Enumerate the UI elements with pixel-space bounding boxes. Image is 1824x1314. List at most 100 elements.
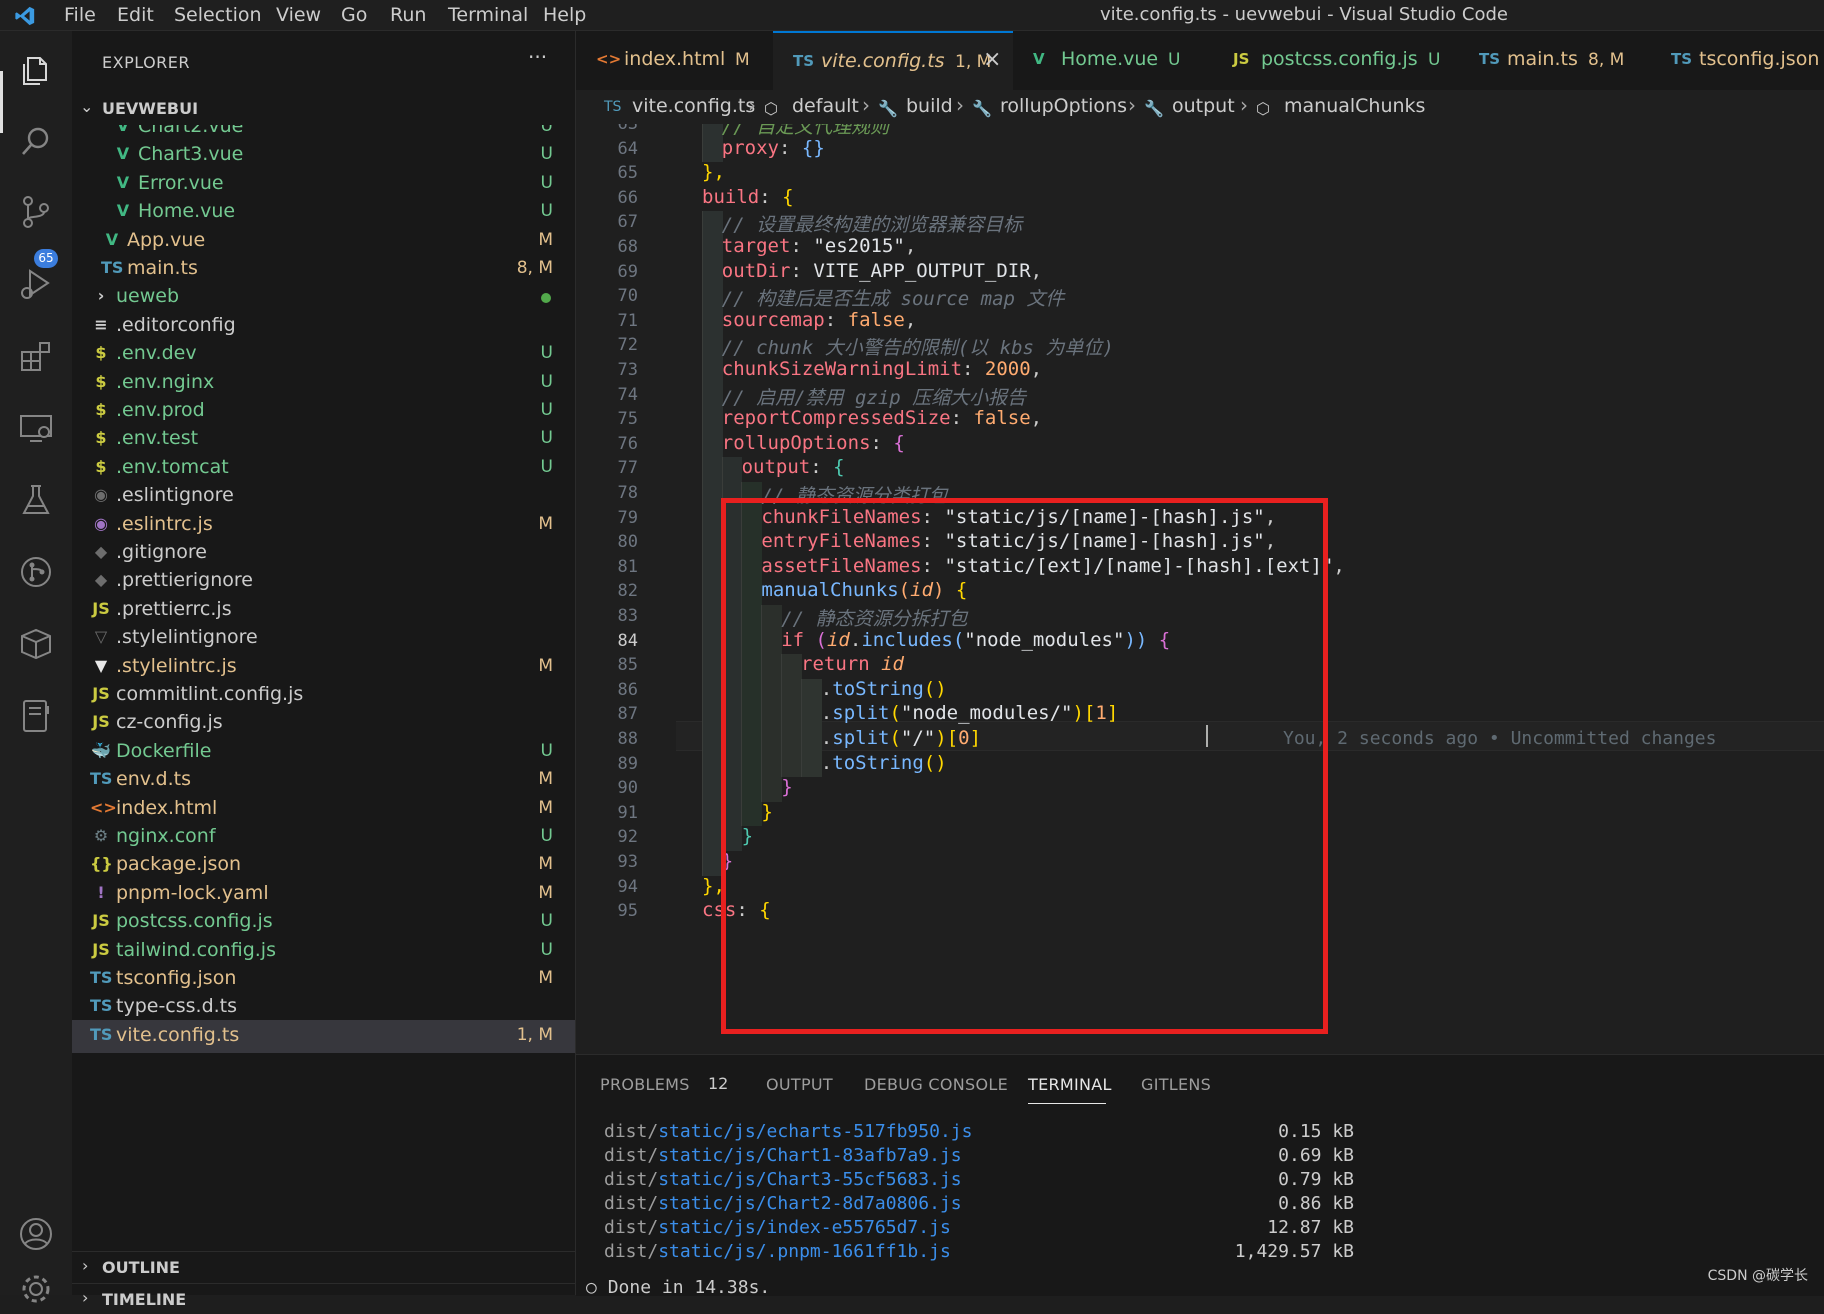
breadcrumb-item[interactable]: output xyxy=(1172,95,1235,117)
code-token: { xyxy=(782,185,794,208)
workspace-header[interactable]: ⌄ UEVWEBUI xyxy=(72,95,575,125)
breadcrumb-item[interactable]: rollupOptions xyxy=(1000,95,1127,117)
indent-guide xyxy=(701,334,723,359)
settings-gear-icon[interactable] xyxy=(18,1271,54,1307)
tab-label: vite.config.ts xyxy=(821,50,945,72)
indent-guide xyxy=(682,876,702,901)
timeline-section[interactable]: › TIMELINE xyxy=(72,1283,575,1314)
containers-icon[interactable] xyxy=(18,626,54,662)
file-type-icon: $ xyxy=(95,343,107,363)
indent-guide xyxy=(701,359,723,384)
code-token: reportCompressedSize xyxy=(721,407,951,430)
indent-guide xyxy=(701,826,723,851)
indent-guide xyxy=(682,679,702,704)
breadcrumb-item[interactable]: build xyxy=(906,95,953,117)
editor-tab[interactable]: TStsconfig.jsonM xyxy=(1651,31,1824,90)
menu-selection[interactable]: Selection xyxy=(174,4,262,26)
terminal-path: static/js/.pnpm-1661ff1b.js xyxy=(658,1241,951,1262)
line-number: 76 xyxy=(617,433,638,454)
tab-label: tsconfig.json xyxy=(1699,48,1820,70)
file-name: .env.test xyxy=(116,427,199,450)
account-icon[interactable] xyxy=(18,1216,54,1252)
source-control-icon[interactable] xyxy=(18,194,54,230)
code-line: output: { xyxy=(742,456,845,478)
editor-tab[interactable]: JS postcss.config.js U xyxy=(1213,31,1460,90)
line-number: 74 xyxy=(617,384,638,405)
close-icon[interactable]: × xyxy=(983,47,1001,72)
menu-view[interactable]: View xyxy=(276,4,321,26)
file-type-icon: JS xyxy=(92,598,110,618)
code-token: // 构建后是否生成 source map 文件 xyxy=(721,288,1065,311)
indent-guide xyxy=(701,678,723,704)
code-token: chunkSizeWarningLimit xyxy=(721,358,963,380)
editor-tab[interactable]: TS vite.config.ts 1, M × xyxy=(773,31,1014,90)
code-token: , xyxy=(904,235,917,257)
indent-guide xyxy=(682,703,702,728)
menu-edit[interactable]: Edit xyxy=(117,4,154,26)
file-name: .env.dev xyxy=(116,342,197,365)
explorer-icon[interactable] xyxy=(18,52,54,88)
git-status-badge: U xyxy=(540,911,553,932)
testing-icon[interactable] xyxy=(18,482,54,518)
git-blame-annotation: You, 2 seconds ago • Uncommitted changes xyxy=(1283,728,1717,749)
more-actions-icon[interactable]: ··· xyxy=(528,45,547,69)
file-type-icon: ▽ xyxy=(94,627,108,647)
breadcrumb-item[interactable]: vite.config.ts xyxy=(632,95,755,117)
run-debug-icon[interactable] xyxy=(18,266,54,302)
menu-file[interactable]: File xyxy=(64,4,96,26)
code-token: : xyxy=(962,358,985,380)
code-editor[interactable]: 63// 自定义代理规则 64 proxy: {} 65}, 66 build: {67/… xyxy=(576,124,1824,1054)
indent-guide xyxy=(682,261,702,286)
editor-tab[interactable]: V Home.vue U xyxy=(1013,31,1214,90)
file-name: commitlint.config.js xyxy=(116,683,304,705)
code-line: // 构建后是否生成 source map 文件 xyxy=(722,284,1065,311)
code-token: "es2015" xyxy=(813,235,905,257)
outline-section[interactable]: › OUTLINE xyxy=(72,1251,575,1282)
search-icon[interactable] xyxy=(18,124,54,160)
file-name: .eslintignore xyxy=(116,484,234,507)
window-title: vite.config.ts - uevwebui - Visual Studi… xyxy=(1100,4,1508,25)
indent-guide xyxy=(682,556,702,581)
timeline-title: TIMELINE xyxy=(102,1290,187,1309)
indent-guide xyxy=(682,605,702,630)
indent-guide xyxy=(701,531,723,556)
file-tree-item[interactable]: TS vite.config.ts 1, M xyxy=(72,1019,575,1053)
code-token: , xyxy=(1030,358,1043,380)
tab-output[interactable]: OUTPUT xyxy=(766,1075,833,1094)
tab-problems[interactable]: PROBLEMS xyxy=(600,1075,690,1094)
indent-guide xyxy=(682,728,702,753)
git-status-badge: U xyxy=(540,125,553,136)
menu-help[interactable]: Help xyxy=(543,4,586,26)
code-token: 2000 xyxy=(984,358,1031,380)
menu-run[interactable]: Run xyxy=(390,4,426,26)
menu-go[interactable]: Go xyxy=(341,4,367,26)
line-number: 65 xyxy=(617,163,638,184)
menu-terminal[interactable]: Terminal xyxy=(448,4,528,26)
breadcrumb-item[interactable]: default xyxy=(792,95,859,117)
file-type-icon: TS xyxy=(793,52,815,70)
tab-gitlens[interactable]: GITLENS xyxy=(1141,1075,1211,1094)
tab-terminal[interactable]: TERMINAL xyxy=(1028,1075,1112,1094)
line-number: 87 xyxy=(617,704,638,725)
git-status-badge: U xyxy=(540,939,553,960)
indent-guide xyxy=(701,728,723,753)
line-number: 84 xyxy=(617,630,638,651)
tab-debug-console[interactable]: DEBUG CONSOLE xyxy=(864,1075,1008,1094)
breadcrumb-item[interactable]: manualChunks xyxy=(1284,95,1425,117)
notebook-icon[interactable] xyxy=(18,698,54,734)
editor-tab[interactable]: TS main.ts 8, M xyxy=(1459,31,1652,90)
gitlens-icon[interactable] xyxy=(18,554,54,590)
status-dot xyxy=(541,293,551,304)
code-token: : xyxy=(824,308,848,331)
remote-explorer-icon[interactable] xyxy=(18,410,54,446)
indent-guide xyxy=(701,605,723,630)
editor-tab[interactable]: <> index.html M xyxy=(576,31,774,90)
code-token: output xyxy=(741,456,811,479)
file-type-icon: V xyxy=(116,172,130,192)
file-name: Home.vue xyxy=(138,200,236,223)
file-type-icon: V xyxy=(116,201,130,221)
extensions-icon[interactable] xyxy=(18,338,54,374)
indent-guide xyxy=(701,752,723,778)
indent-guide xyxy=(682,310,702,335)
file-name: pnpm-lock.yaml xyxy=(116,881,269,904)
